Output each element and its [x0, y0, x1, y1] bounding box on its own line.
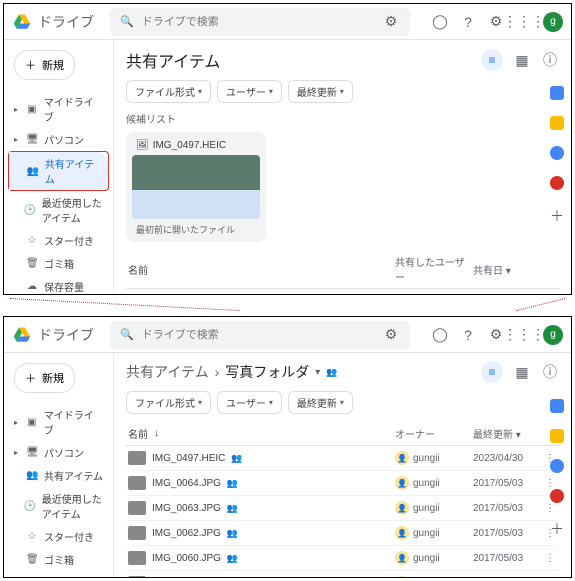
account-avatar[interactable]: g	[543, 325, 563, 345]
rail-keep[interactable]	[550, 116, 564, 130]
rail-contacts[interactable]	[550, 489, 564, 503]
help-icon[interactable]: ?	[459, 326, 477, 344]
apps-icon[interactable]: ⋮⋮⋮	[515, 326, 533, 344]
owner-avatar: 👤	[395, 551, 409, 565]
image-icon: 🖼	[136, 140, 149, 151]
new-button[interactable]: ＋新規	[14, 50, 75, 80]
search-options-icon[interactable]: ⚙	[382, 326, 400, 344]
nav-mydrive[interactable]: ▸▣マイドライブ	[8, 90, 109, 128]
nav-shared[interactable]: 👥共有アイテム	[9, 152, 108, 190]
rail-add[interactable]: ＋	[550, 519, 564, 539]
nav-recent[interactable]: 🕑最近使用したアイテム	[8, 487, 109, 525]
search-icon: 🔍	[120, 328, 134, 341]
file-thumb	[128, 451, 146, 465]
owner-avatar: 👤	[395, 501, 409, 515]
nav-starred[interactable]: ☆スター付き	[8, 229, 109, 252]
col-user[interactable]: 共有したユーザー	[395, 254, 473, 284]
info-icon[interactable]: ⓘ	[541, 51, 559, 69]
ready-icon[interactable]: ◯	[431, 13, 449, 31]
file-row[interactable]: IMG_0497.HEIC 👥👤gungii2023/04/30⋮	[126, 446, 559, 471]
file-thumb	[128, 476, 146, 490]
owner-avatar: 👤	[395, 451, 409, 465]
search-bar[interactable]: 🔍 ⚙	[110, 8, 410, 36]
nav-trash[interactable]: 🗑ゴミ箱	[8, 548, 109, 571]
new-button[interactable]: ＋新規	[14, 363, 75, 393]
nav-trash[interactable]: 🗑ゴミ箱	[8, 252, 109, 275]
plus-icon: ＋	[25, 57, 36, 73]
rail-add[interactable]: ＋	[550, 206, 564, 226]
chip-modified[interactable]: 最終更新▾	[288, 80, 353, 103]
card-thumbnail	[132, 155, 260, 219]
col-updated[interactable]: 最終更新 ▾	[473, 426, 543, 441]
nav-recent[interactable]: 🕑最近使用したアイテム	[8, 191, 109, 229]
owner-avatar: 👤	[395, 526, 409, 540]
search-input[interactable]	[142, 329, 374, 341]
file-row[interactable]: IMG_0063.JPG 👥👤gungii2017/05/03⋮	[126, 496, 559, 521]
grid-view-icon[interactable]: ▦	[513, 51, 531, 69]
search-input[interactable]	[142, 16, 374, 28]
file-thumb	[128, 526, 146, 540]
info-icon[interactable]: ⓘ	[541, 363, 559, 381]
col-name[interactable]: 名前	[128, 262, 395, 277]
suggested-card[interactable]: 🖼IMG_0497.HEIC 最初前に開いたファイル	[126, 132, 266, 242]
rail-calendar[interactable]	[550, 399, 564, 413]
breadcrumb: 共有アイテム › 写真フォルダ ▾ 👥	[126, 362, 338, 382]
chip-modified[interactable]: 最終更新▾	[288, 391, 353, 414]
filter-icon[interactable]: ≡	[481, 49, 503, 71]
rail-contacts[interactable]	[550, 176, 564, 190]
drive-logo[interactable]: ドライブ	[12, 12, 110, 32]
file-thumb	[128, 576, 146, 577]
drive-logo[interactable]: ドライブ	[12, 325, 110, 345]
file-row[interactable]: IMG_0062.JPG 👥👤gungii2017/05/03⋮	[126, 521, 559, 546]
nav-starred[interactable]: ☆スター付き	[8, 525, 109, 548]
file-thumb	[128, 501, 146, 515]
chip-user[interactable]: ユーザー▾	[217, 80, 282, 103]
grid-view-icon[interactable]: ▦	[513, 363, 531, 381]
chip-filetype[interactable]: ファイル形式▾	[126, 80, 211, 103]
shared-icon: 👥	[326, 367, 337, 378]
ready-icon[interactable]: ◯	[431, 326, 449, 344]
page-title: 共有アイテム	[126, 48, 220, 72]
chip-filetype[interactable]: ファイル形式▾	[126, 391, 211, 414]
file-row[interactable]: IMG_0064.JPG 👥👤gungii2017/05/03⋮	[126, 471, 559, 496]
crumb-root[interactable]: 共有アイテム	[126, 362, 209, 382]
owner-avatar: 👤	[395, 476, 409, 490]
search-icon: 🔍	[120, 15, 134, 28]
nav-computers[interactable]: ▸🖥パソコン	[8, 128, 109, 151]
nav-shared[interactable]: 👥共有アイテム	[8, 464, 109, 487]
file-thumb	[128, 551, 146, 565]
nav-mydrive[interactable]: ▸▣マイドライブ	[8, 403, 109, 441]
help-icon[interactable]: ?	[459, 13, 477, 31]
filter-icon[interactable]: ≡	[481, 361, 503, 383]
rail-calendar[interactable]	[550, 86, 564, 100]
nav-storage[interactable]: ☁保存容量	[8, 571, 109, 578]
search-bar[interactable]: 🔍 ⚙	[110, 321, 410, 349]
apps-icon[interactable]: ⋮⋮⋮	[515, 13, 533, 31]
today-label: 今日	[126, 293, 559, 294]
nav-computers[interactable]: ▸🖥パソコン	[8, 441, 109, 464]
sidebar: ＋新規 ▸▣マイドライブ ▸🖥パソコン 👥共有アイテム 🕑最近使用したアイテム …	[4, 353, 114, 577]
sidebar: ＋新規 ▸▣マイドライブ ▸🖥パソコン 👥共有アイテム 🕑最近使用したアイテム …	[4, 40, 114, 294]
chip-user[interactable]: ユーザー▾	[217, 391, 282, 414]
file-row[interactable]: IMG_0060.JPG 👥👤gungii2017/05/03⋮	[126, 546, 559, 571]
col-owner[interactable]: オーナー	[395, 426, 473, 441]
col-name[interactable]: 名前 ↓	[128, 426, 395, 441]
crumb-leaf[interactable]: 写真フォルダ	[225, 362, 309, 382]
account-avatar[interactable]: g	[543, 12, 563, 32]
rail-tasks[interactable]	[550, 146, 564, 160]
rail-keep[interactable]	[550, 429, 564, 443]
app-name: ドライブ	[38, 12, 94, 32]
nav-storage[interactable]: ☁保存容量	[8, 275, 109, 295]
owner-avatar: 👤	[395, 576, 409, 577]
candidate-label: 候補リスト	[126, 111, 559, 126]
search-options-icon[interactable]: ⚙	[382, 13, 400, 31]
rail-tasks[interactable]	[550, 459, 564, 473]
col-date[interactable]: 共有日 ▾	[473, 262, 543, 277]
